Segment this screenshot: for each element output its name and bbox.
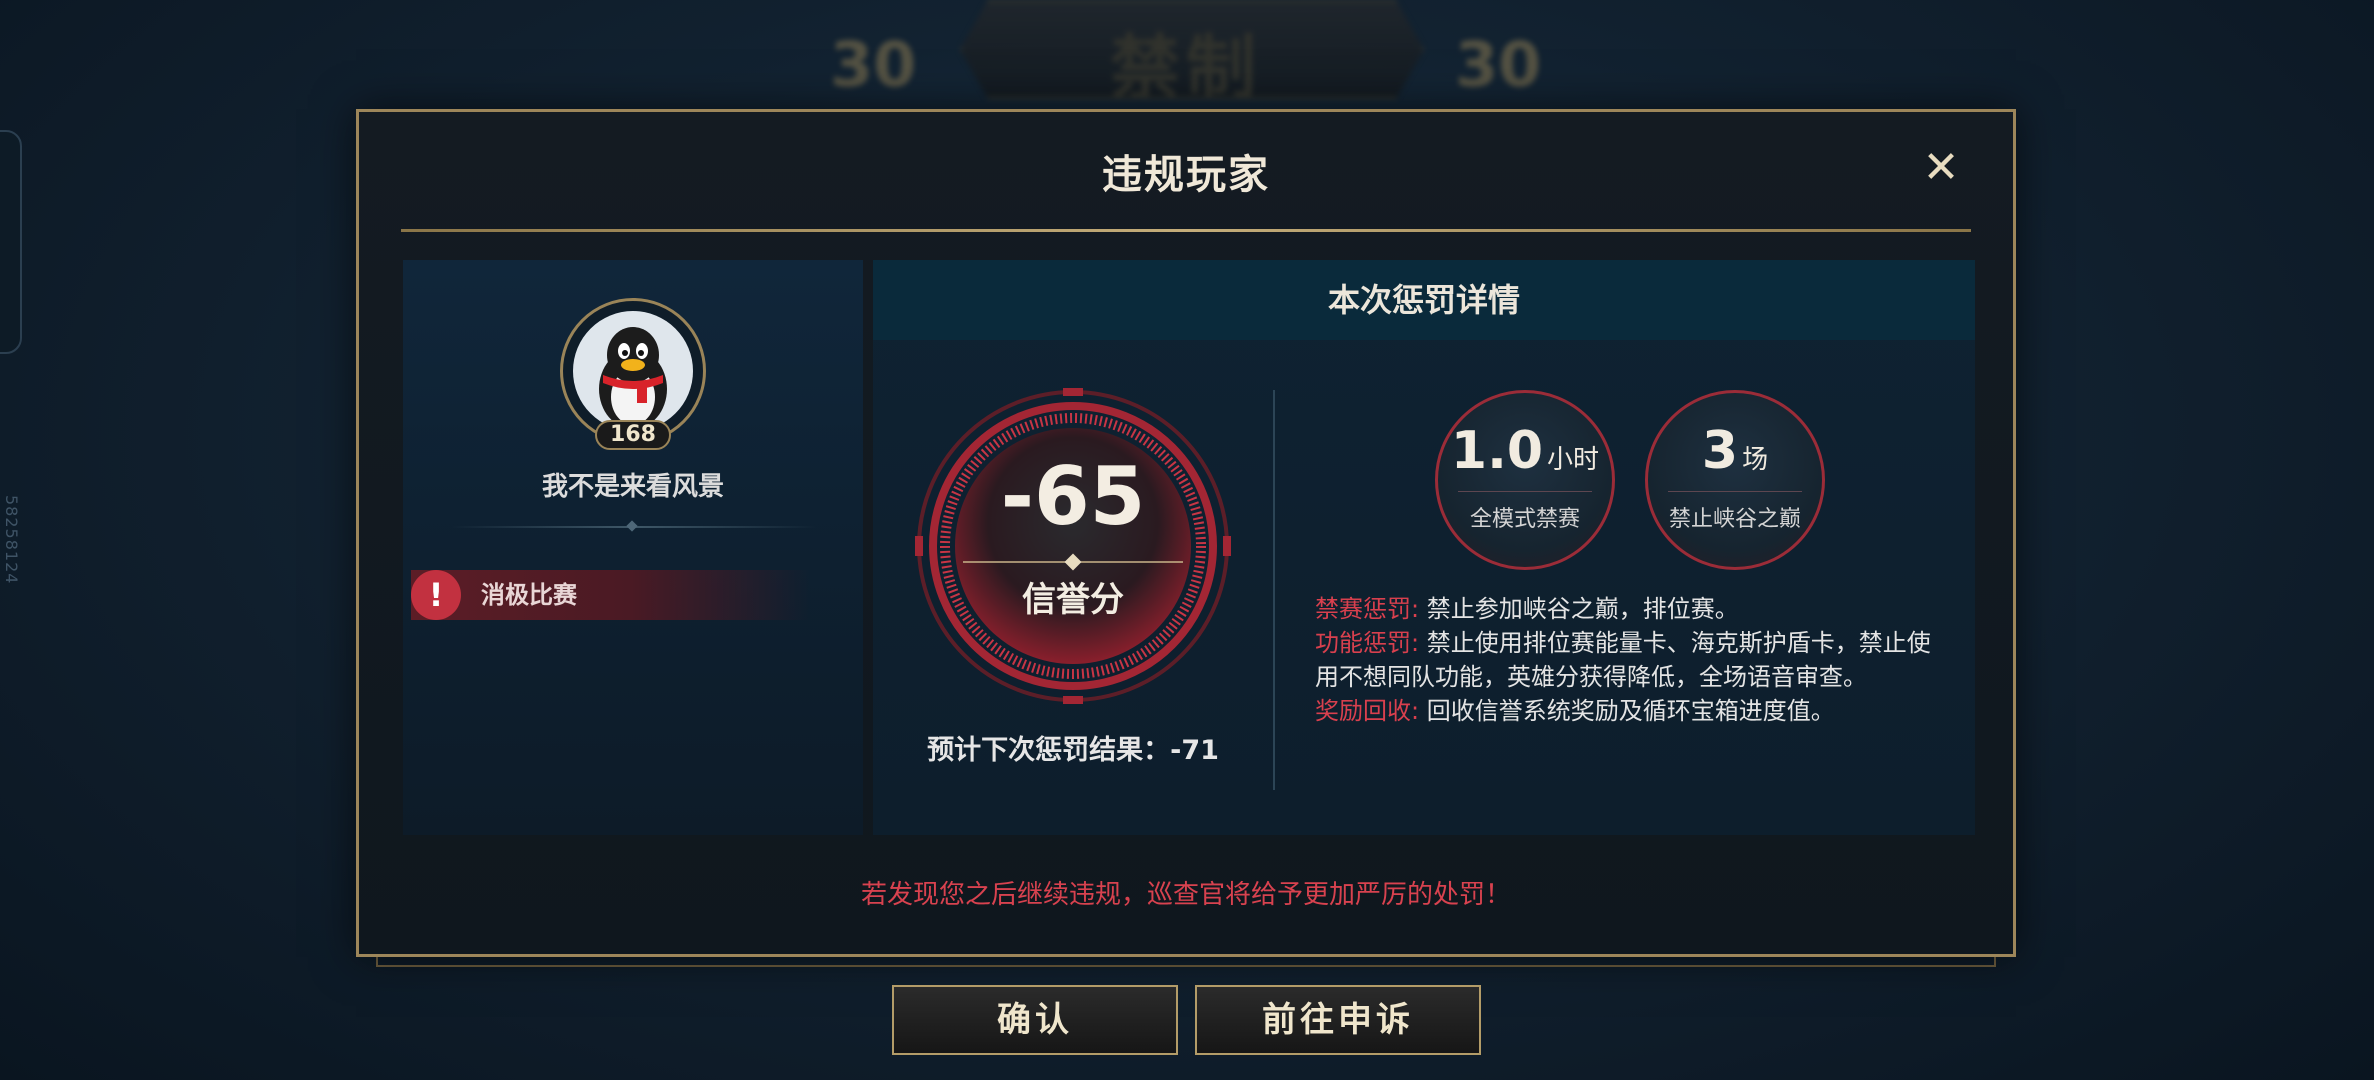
title-divider xyxy=(401,229,1971,232)
bg-score-right: 30 xyxy=(1455,28,1542,101)
penalty-rules: 禁赛惩罚: 禁止参加峡谷之巅，排位赛。 功能惩罚: 禁止使用排位赛能量卡、海克斯… xyxy=(1315,592,1945,728)
credit-score-value: -65 xyxy=(1000,450,1146,543)
player-card: 168 我不是来看风景 ! 消极比赛 xyxy=(403,260,863,835)
ban-duration-value: 1.0 xyxy=(1450,421,1544,481)
player-name: 我不是来看风景 xyxy=(541,472,724,502)
credit-score-label: 信誉分 xyxy=(1022,580,1124,620)
rule-key: 奖励回收: xyxy=(1315,697,1420,725)
ban-duration-stat: 1.0 小时 全模式禁赛 xyxy=(1435,390,1615,570)
dial-ring-icon xyxy=(915,388,1231,704)
rule-item: 禁赛惩罚: 禁止参加峡谷之巅，排位赛。 xyxy=(1315,592,1945,626)
divider-diamond-icon xyxy=(626,520,638,532)
ranked-ban-value: 3 xyxy=(1701,421,1739,481)
rule-key: 功能惩罚: xyxy=(1315,629,1420,657)
background-hud: 30 禁制 30 xyxy=(0,0,2374,110)
violation-dialog: 违规玩家 ✕ 168 我不是来看风景 ! 消极比赛 本次惩罚详情 -65 信誉分… xyxy=(356,109,2016,957)
violation-label: 消极比赛 xyxy=(481,581,577,609)
rule-text: 禁止参加峡谷之巅，排位赛。 xyxy=(1426,595,1739,623)
violation-tag: ! 消极比赛 xyxy=(411,570,811,620)
bg-side-panel xyxy=(0,130,22,354)
dialog-title: 违规玩家 xyxy=(1102,152,1270,198)
penalty-details-panel: 本次惩罚详情 -65 信誉分 预计下次惩罚结果：-71 1.0 小时 全模式禁赛… xyxy=(873,260,1975,835)
rule-item: 功能惩罚: 禁止使用排位赛能量卡、海克斯护盾卡，禁止使用不想同队功能，英雄分获得… xyxy=(1315,626,1945,694)
bg-score-left: 30 xyxy=(830,28,917,101)
confirm-button[interactable]: 确认 xyxy=(892,985,1178,1055)
penalty-details-header: 本次惩罚详情 xyxy=(873,260,1975,340)
stat-divider xyxy=(1458,491,1592,492)
rule-key: 禁赛惩罚: xyxy=(1315,595,1420,623)
rule-text: 回收信誉系统奖励及循环宝箱进度值。 xyxy=(1426,697,1835,725)
dialog-under-frame xyxy=(376,957,1996,967)
next-penalty-text: 预计下次惩罚结果：-71 xyxy=(927,735,1219,766)
appeal-button[interactable]: 前往申诉 xyxy=(1195,985,1481,1055)
rule-item: 奖励回收: 回收信誉系统奖励及循环宝箱进度值。 xyxy=(1315,694,1945,728)
close-icon[interactable]: ✕ xyxy=(1921,146,1961,190)
vertical-divider xyxy=(1273,390,1275,790)
level-badge: 168 xyxy=(595,420,671,450)
credit-score-dial xyxy=(913,386,1233,706)
ranked-ban-caption: 禁止峡谷之巅 xyxy=(1668,507,1801,532)
alert-icon: ! xyxy=(411,570,461,620)
stat-divider xyxy=(1668,491,1802,492)
warning-text: 若发现您之后继续违规，巡查官将给予更加严厉的处罚！ xyxy=(860,880,1511,910)
ranked-ban-stat: 3场 禁止峡谷之巅 xyxy=(1645,390,1825,570)
ban-duration-caption: 全模式禁赛 xyxy=(1469,507,1580,532)
penguin-avatar-icon xyxy=(573,311,693,431)
ranked-ban-unit: 场 xyxy=(1742,445,1769,475)
bg-banner-text: 禁制 xyxy=(1110,27,1262,109)
bg-side-id: 58258124 xyxy=(2,495,21,585)
ban-duration-unit: 小时 xyxy=(1547,445,1600,475)
